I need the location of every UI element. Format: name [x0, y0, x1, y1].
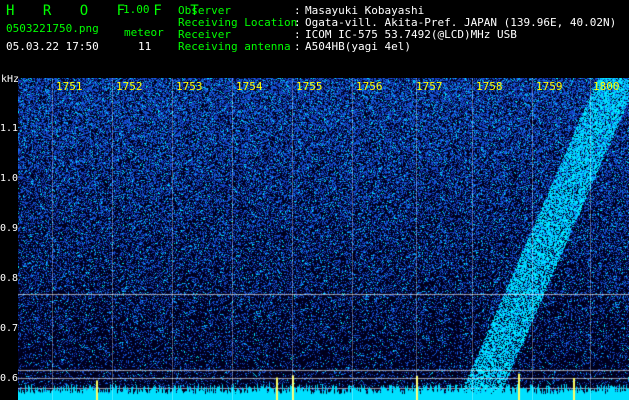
meteor-count-label: meteor — [124, 26, 164, 39]
time-tick-label: 1752 — [116, 80, 143, 93]
receiver-label: Receiver — [178, 28, 231, 41]
frequency-tick-label: 1.1 — [0, 123, 19, 134]
time-tick-label: 1757 — [416, 80, 443, 93]
hroft-window: H R O F F T 1.00 0503221750.png 05.03.22… — [0, 0, 629, 400]
app-version: 1.00 — [123, 3, 150, 16]
time-gridline — [416, 78, 417, 400]
frequency-tick-label: 1.0 — [0, 173, 19, 184]
observer-colon: : — [294, 4, 301, 17]
capture-datetime: 05.03.22 17:50 — [6, 40, 99, 53]
location-colon: : — [294, 16, 301, 29]
time-gridline — [172, 78, 173, 400]
frequency-tick-label: 0.9 — [0, 223, 19, 234]
time-gridline — [590, 78, 591, 400]
time-gridline — [532, 78, 533, 400]
time-tick-label: 1753 — [176, 80, 203, 93]
time-gridline — [52, 78, 53, 400]
observer-value: Masayuki Kobayashi — [305, 4, 425, 17]
time-gridline — [472, 78, 473, 400]
frequency-tick-label: 0.8 — [0, 273, 19, 284]
time-tick-label: 1758 — [476, 80, 503, 93]
spectrogram — [18, 78, 629, 400]
receiver-colon: : — [294, 28, 301, 41]
file-name: 0503221750.png — [6, 22, 99, 35]
time-gridline — [352, 78, 353, 400]
meteor-count-value: 11 — [138, 40, 152, 53]
antenna-value: A504HB(yagi 4el) — [305, 40, 411, 53]
time-tick-label: 1755 — [296, 80, 323, 93]
antenna-label: Receiving antenna — [178, 40, 291, 53]
frequency-unit-label: kHz — [1, 74, 20, 85]
time-tick-label: 1800 — [593, 80, 620, 93]
frequency-tick-label: 0.6 — [0, 373, 19, 384]
time-gridline — [292, 78, 293, 400]
location-value: Ogata-vill. Akita-Pref. JAPAN (139.96E, … — [305, 16, 617, 29]
antenna-colon: : — [294, 40, 301, 53]
receiver-value: ICOM IC-575 53.7492(@LCD)MHz USB — [305, 28, 517, 41]
observer-label: Observer — [178, 4, 231, 17]
time-gridline — [112, 78, 113, 400]
frequency-tick-label: 0.7 — [0, 323, 19, 334]
location-label: Receiving Location — [178, 16, 298, 29]
time-tick-label: 1751 — [56, 80, 83, 93]
time-tick-label: 1759 — [536, 80, 563, 93]
time-tick-label: 1756 — [356, 80, 383, 93]
time-tick-label: 1754 — [236, 80, 263, 93]
time-gridline — [232, 78, 233, 400]
